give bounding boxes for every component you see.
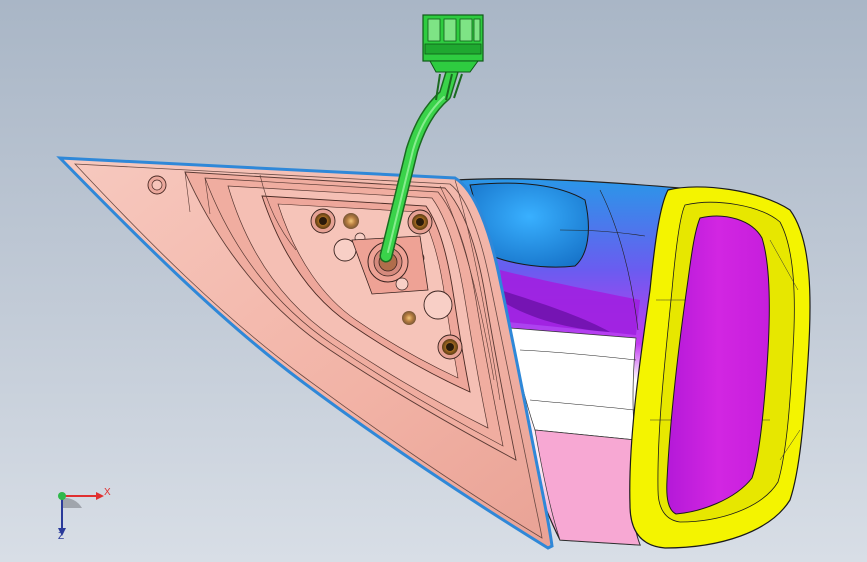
triad-axes [58, 492, 104, 536]
coordinate-triad: X Z [44, 480, 124, 546]
cad-viewport[interactable]: X Z [0, 0, 867, 562]
mirror-model[interactable] [0, 0, 867, 562]
triad-z-label: Z [58, 531, 65, 542]
mounting-shell[interactable] [56, 156, 554, 550]
triad-x-label: X [104, 487, 111, 498]
wire-connector[interactable] [422, 14, 484, 73]
